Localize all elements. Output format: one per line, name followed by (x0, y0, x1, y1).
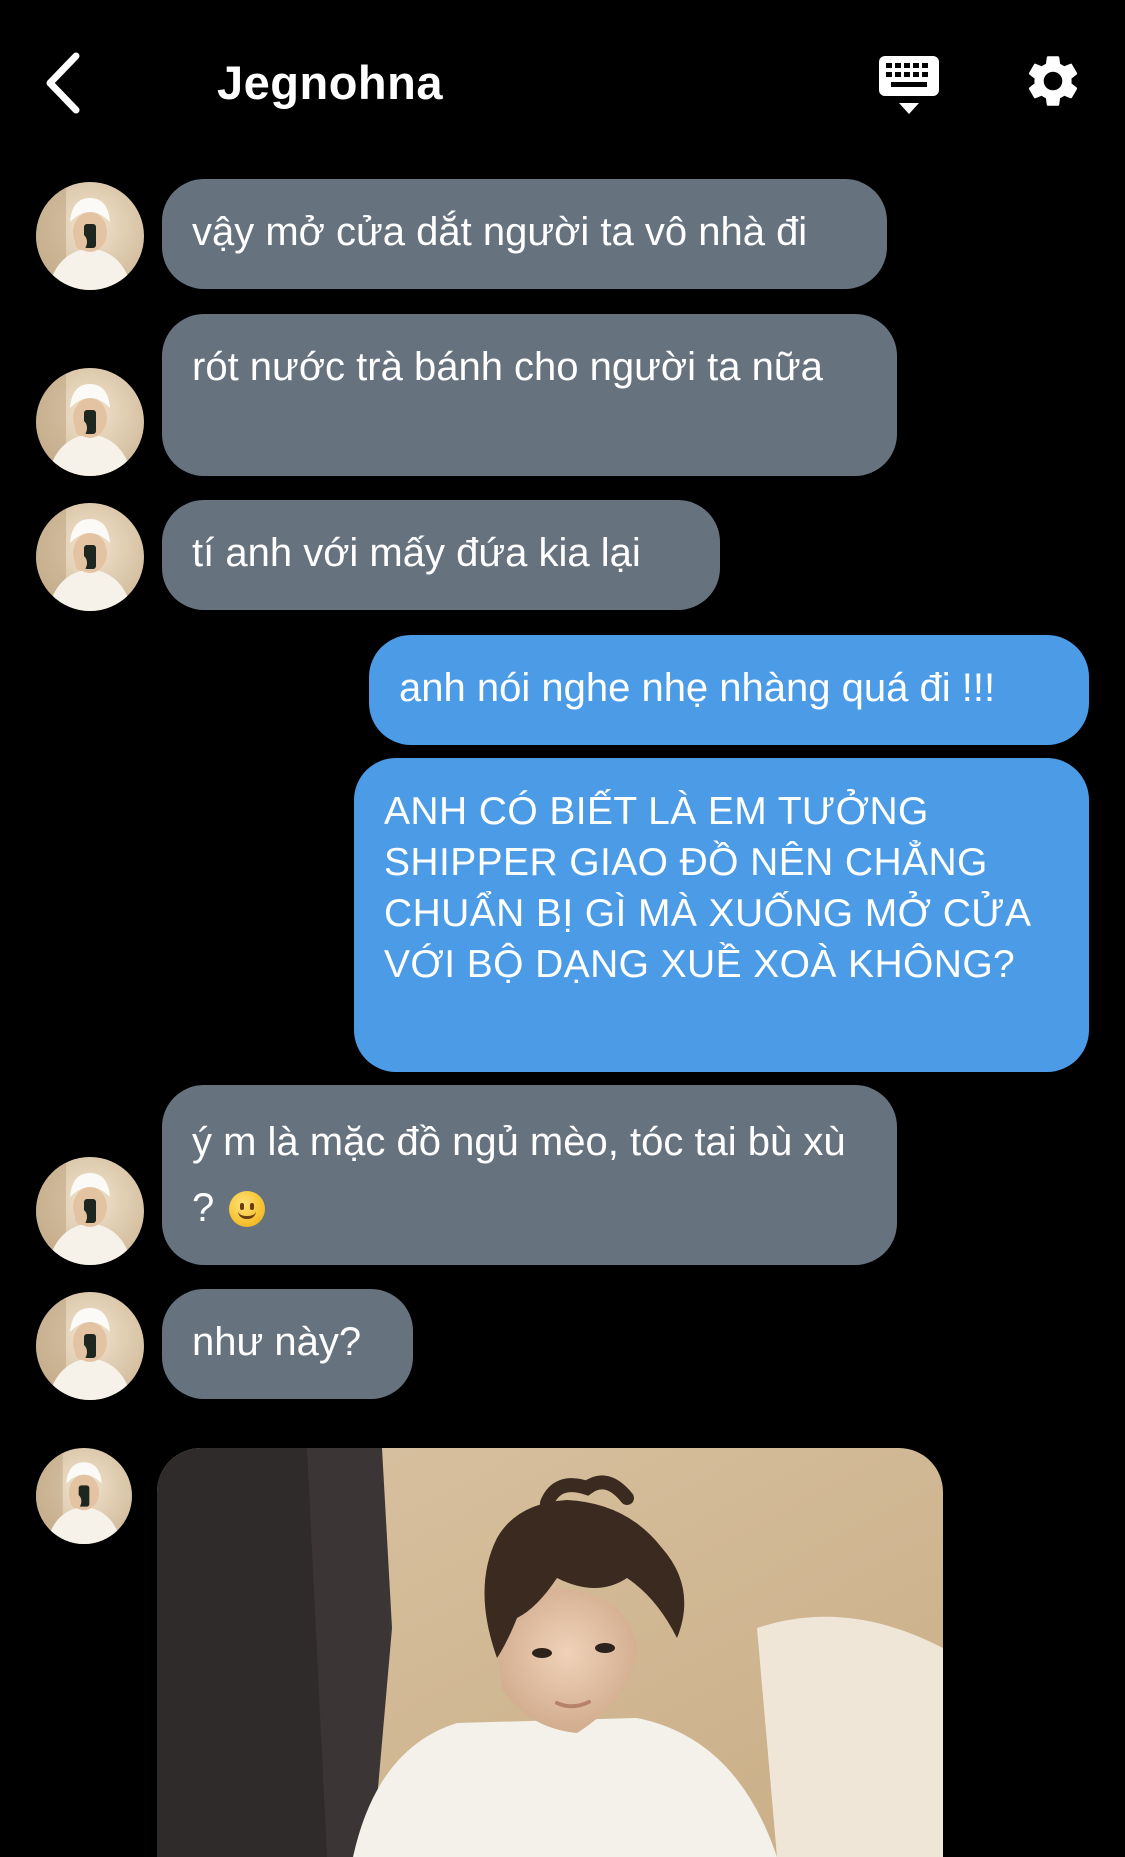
chevron-left-icon (46, 52, 80, 114)
incoming-message[interactable]: tí anh với mấy đứa kia lại (162, 500, 720, 610)
contact-avatar[interactable] (36, 182, 144, 290)
contact-avatar[interactable] (36, 503, 144, 611)
outgoing-message[interactable]: anh nói nghe nhẹ nhàng quá đi !!! (369, 635, 1089, 745)
back-button[interactable] (40, 48, 90, 118)
incoming-message[interactable]: như này? (162, 1289, 413, 1399)
contact-avatar[interactable] (36, 1448, 132, 1544)
settings-button[interactable] (1022, 50, 1084, 112)
chat-header: Jegnohna (0, 0, 1125, 170)
contact-avatar[interactable] (36, 368, 144, 476)
slightly-smiling-face-icon (229, 1191, 266, 1227)
gear-icon (1028, 56, 1078, 106)
photo-message[interactable] (157, 1448, 943, 1857)
keyboard-icon (879, 56, 939, 114)
chat-title[interactable]: Jegnohna (217, 55, 443, 110)
keyboard-button[interactable] (875, 52, 943, 120)
message-text: ý m là mặc đồ ngủ mèo, tóc tai bù xù ? (192, 1120, 846, 1230)
contact-avatar[interactable] (36, 1157, 144, 1265)
incoming-message[interactable]: rót nước trà bánh cho người ta nữa (162, 314, 897, 476)
incoming-message[interactable]: ý m là mặc đồ ngủ mèo, tóc tai bù xù ? (162, 1085, 897, 1265)
outgoing-message[interactable]: ANH CÓ BIẾT LÀ EM TƯỞNG SHIPPER GIAO ĐỒ … (354, 758, 1089, 1072)
incoming-message[interactable]: vậy mở cửa dắt người ta vô nhà đi (162, 179, 887, 289)
contact-avatar[interactable] (36, 1292, 144, 1400)
